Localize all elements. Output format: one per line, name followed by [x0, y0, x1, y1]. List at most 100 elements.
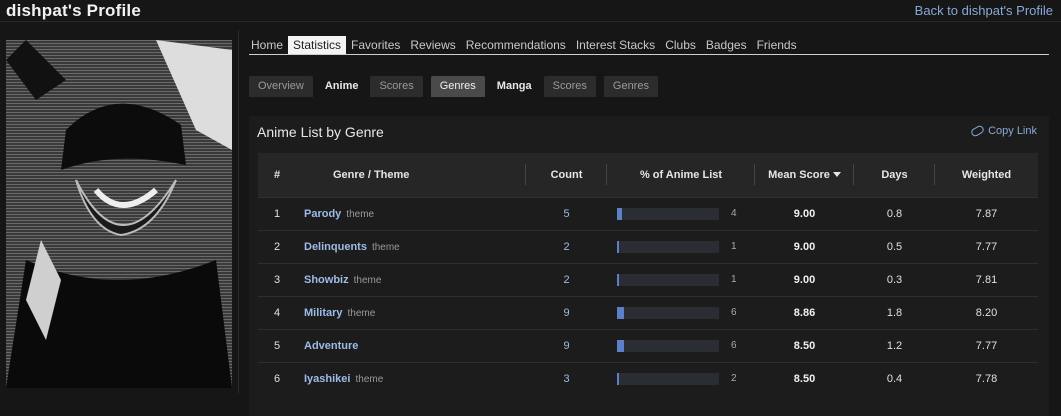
table-row: 3 Showbiz theme 2 1 9.00 0.3 7.81 [258, 263, 1038, 296]
count-cell[interactable]: 2 [526, 230, 607, 263]
genre-panel: Anime List by Genre Copy Link # Genre / … [249, 116, 1049, 416]
table-row: 4 Military theme 9 6 8.86 1.8 8.20 [258, 296, 1038, 329]
percent-cell: 6 [607, 329, 755, 362]
header-mean-label: Mean Score [768, 168, 830, 181]
tab-friends[interactable]: Friends [752, 36, 802, 54]
genre-name-link[interactable]: Military [304, 307, 343, 319]
header-count[interactable]: Count [526, 153, 607, 197]
days-cell: 0.3 [886, 273, 903, 286]
tab-reviews[interactable]: Reviews [405, 36, 460, 54]
tab-badges[interactable]: Badges [701, 36, 752, 54]
table-row: 6 Iyashikei theme 3 2 8.50 0.4 7.78 [258, 362, 1038, 395]
count-cell[interactable]: 9 [526, 296, 607, 329]
count-cell[interactable]: 2 [526, 263, 607, 296]
mean-score-cell: 8.50 [793, 372, 816, 385]
percent-bar-fill [617, 339, 624, 352]
genre-cell: Parody theme [296, 197, 526, 230]
table-row: 5 Adventure 9 6 8.50 1.2 7.77 [258, 329, 1038, 362]
weighted-cell: 7.81 [975, 273, 998, 286]
genre-name-link[interactable]: Delinquents [304, 241, 367, 253]
page-header: dishpat's Profile Back to dishpat's Prof… [0, 0, 1061, 22]
percent-bar [617, 372, 719, 385]
count-cell[interactable]: 9 [526, 329, 607, 362]
genre-type-tag: theme [346, 208, 375, 220]
header-count-label: Count [550, 168, 583, 181]
percent-cell: 2 [607, 362, 755, 395]
weighted-cell: 7.77 [975, 339, 998, 352]
header-genre[interactable]: Genre / Theme [296, 153, 526, 197]
days-cell: 0.8 [886, 207, 903, 220]
row-index: 5 [273, 339, 281, 352]
genre-name-link[interactable]: Showbiz [304, 274, 349, 286]
genre-table: # Genre / Theme Count % of Anime List Me… [258, 153, 1038, 395]
mean-score-cell: 9.00 [793, 240, 816, 253]
genre-type-tag: theme [355, 373, 384, 385]
row-index: 4 [273, 306, 281, 319]
header-weighted[interactable]: Weighted [935, 153, 1038, 197]
genre-name-link[interactable]: Adventure [304, 340, 358, 352]
row-index: 3 [273, 273, 281, 286]
stats-subtabs: Overview Anime Scores Genres Manga Score… [249, 76, 1049, 97]
tab-favorites[interactable]: Favorites [346, 36, 405, 54]
percent-value: 1 [731, 274, 737, 286]
count-cell[interactable]: 5 [526, 197, 607, 230]
percent-bar [617, 207, 719, 220]
percent-cell: 1 [607, 263, 755, 296]
tab-home[interactable]: Home [249, 36, 288, 54]
percent-bar-fill [617, 207, 622, 220]
subtab-overview[interactable]: Overview [249, 76, 313, 97]
header-mean-score[interactable]: Mean Score [755, 153, 854, 197]
row-index: 1 [273, 207, 281, 220]
table-row: 1 Parody theme 5 4 9.00 0.8 7.87 [258, 197, 1038, 230]
header-days-label: Days [881, 168, 908, 181]
genre-name-link[interactable]: Iyashikei [304, 373, 350, 385]
copy-link-button[interactable]: Copy Link [969, 124, 1037, 138]
percent-cell: 1 [607, 230, 755, 263]
row-index: 2 [273, 240, 281, 253]
percent-value: 6 [731, 307, 737, 319]
genre-cell: Military theme [296, 296, 526, 329]
header-index: # [258, 153, 296, 197]
back-to-profile-link[interactable]: Back to dishpat's Profile [915, 3, 1053, 18]
percent-value: 1 [731, 241, 737, 253]
header-days[interactable]: Days [854, 153, 935, 197]
profile-picture-art [6, 40, 232, 388]
tab-recommendations[interactable]: Recommendations [461, 36, 571, 54]
header-index-label: # [273, 168, 281, 181]
genre-name-link[interactable]: Parody [304, 208, 341, 220]
header-percent[interactable]: % of Anime List [607, 153, 755, 197]
tab-interest-stacks[interactable]: Interest Stacks [571, 36, 660, 54]
subtab-manga-scores[interactable]: Scores [543, 76, 596, 97]
tab-statistics[interactable]: Statistics [288, 36, 347, 54]
days-cell: 0.5 [886, 240, 903, 253]
percent-bar [617, 240, 719, 253]
percent-bar [617, 306, 719, 319]
mean-score-cell: 8.50 [793, 339, 816, 352]
percent-value: 6 [731, 340, 737, 352]
tab-clubs[interactable]: Clubs [660, 36, 701, 54]
subtab-anime-label: Anime [324, 80, 359, 92]
percent-bar [617, 273, 719, 286]
profile-tabs: Home Statistics Favorites Reviews Recomm… [249, 36, 1049, 55]
percent-cell: 4 [607, 197, 755, 230]
days-cell: 1.8 [886, 306, 903, 319]
genre-cell: Delinquents theme [296, 230, 526, 263]
weighted-cell: 7.77 [975, 240, 998, 253]
genre-type-tag: theme [347, 307, 376, 319]
days-cell: 1.2 [886, 339, 903, 352]
percent-value: 2 [731, 373, 737, 385]
main-content: Home Statistics Favorites Reviews Recomm… [249, 36, 1049, 416]
weighted-cell: 8.20 [975, 306, 998, 319]
percent-bar-fill [617, 372, 619, 385]
subtab-manga-genres[interactable]: Genres [603, 76, 658, 97]
mean-score-cell: 8.86 [793, 306, 816, 319]
panel-title: Anime List by Genre [257, 124, 384, 140]
subtab-anime-genres[interactable]: Genres [430, 76, 485, 97]
mean-score-cell: 9.00 [793, 273, 816, 286]
mean-score-cell: 9.00 [793, 207, 816, 220]
profile-picture [6, 40, 232, 388]
link-icon [969, 124, 986, 138]
count-cell[interactable]: 3 [526, 362, 607, 395]
weighted-cell: 7.87 [975, 207, 998, 220]
subtab-anime-scores[interactable]: Scores [370, 76, 423, 97]
